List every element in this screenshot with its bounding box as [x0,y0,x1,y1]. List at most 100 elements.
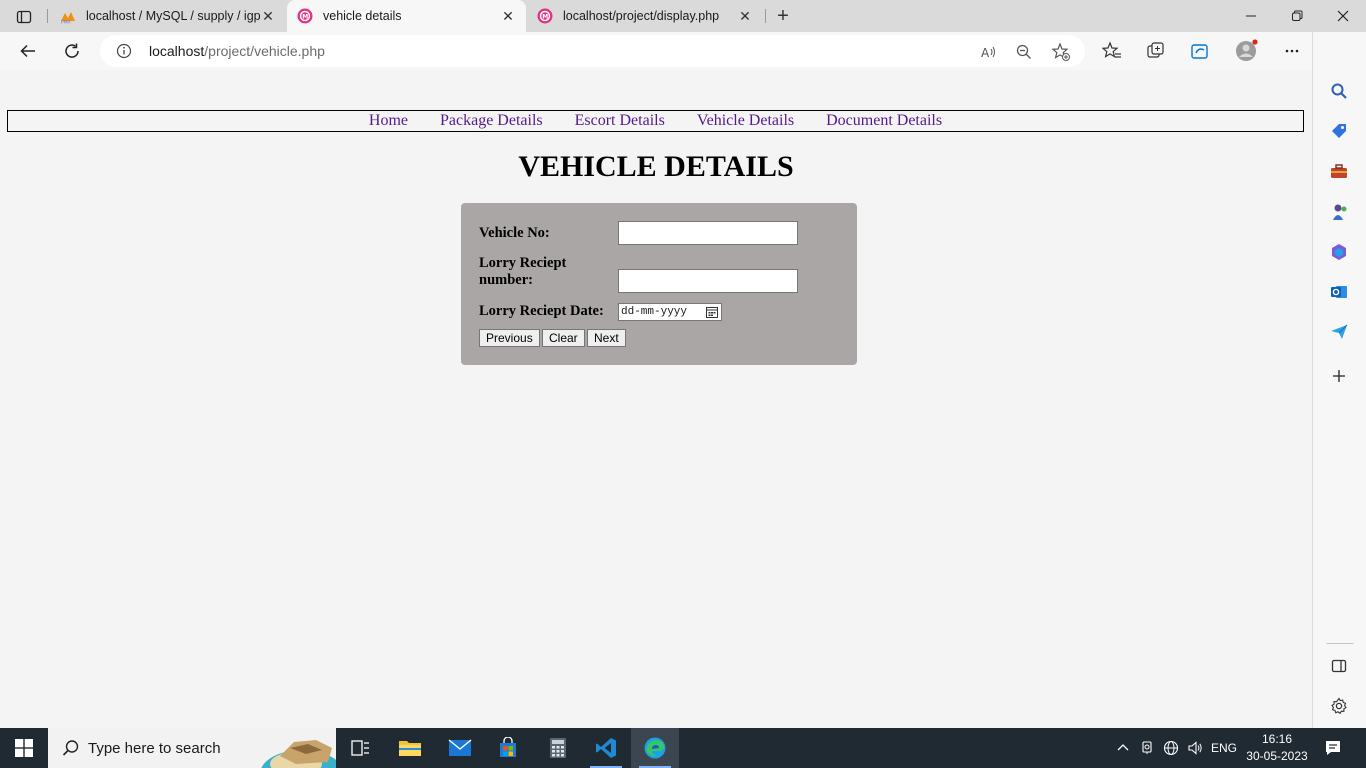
nav-link-vehicle-details[interactable]: Vehicle Details [697,111,794,130]
close-icon[interactable]: ✕ [500,8,516,24]
tab-title: localhost / MySQL / supply / igp [86,9,260,23]
volume-icon[interactable] [1184,728,1206,768]
vscode-icon [596,738,616,758]
lr-date-input[interactable]: dd-mm-yyyy [618,303,722,321]
tab-vehicle-details[interactable]: M vehicle details ✕ [287,0,526,32]
page-icon: M [297,8,313,24]
tab-title: vehicle details [323,9,402,23]
clock-time: 16:16 [1261,732,1293,746]
folder-icon [399,741,421,756]
tab-actions-button[interactable] [10,6,38,28]
web-page: Home Package Details Escort Details Vehicle… [0,70,1312,728]
nav-link-escort-details[interactable]: Escort Details [575,111,665,130]
url-host: localhost [149,43,205,59]
sidebar-separator [1326,643,1354,644]
toolbox-icon[interactable] [1328,160,1350,182]
drop-send-icon[interactable] [1328,321,1350,343]
windows-logo-icon [15,739,33,757]
clock-date: 30-05-2023 [1246,749,1308,763]
shopping-tag-icon[interactable] [1328,120,1350,142]
clear-button[interactable]: Clear [542,329,585,347]
outlook-icon[interactable] [1328,281,1350,303]
search-placeholder: Type here to search [88,740,221,757]
search-highlight-image [261,740,336,768]
search-icon[interactable] [1328,80,1350,102]
notifications-button[interactable] [1316,728,1350,768]
read-aloud-icon[interactable]: A [978,41,1000,63]
add-sidebar-app-icon[interactable] [1328,365,1350,387]
show-hidden-icons-button[interactable] [1112,728,1134,768]
mail-button[interactable] [436,728,484,768]
calculator-icon [550,738,566,758]
settings-menu-button[interactable] [1277,36,1307,66]
store-button[interactable] [484,728,532,768]
network-globe-icon[interactable] [1160,728,1182,768]
tab-separator [47,9,48,23]
back-button[interactable] [13,36,43,66]
more-icon [1285,49,1299,53]
edge-sidebar [1312,32,1366,728]
favorites-button[interactable] [1097,36,1127,66]
lr-date-label: Lorry Reciept Date: [479,303,604,319]
zoom-out-icon[interactable] [1013,41,1035,63]
file-explorer-button[interactable] [386,728,434,768]
new-tab-button[interactable]: + [771,5,795,27]
calendar-icon[interactable] [706,306,718,318]
browser-essentials-button[interactable] [1185,36,1215,66]
svg-text:A: A [981,46,990,60]
next-button[interactable]: Next [587,329,626,347]
vehicle-no-label: Vehicle No: [479,225,550,241]
add-favorite-icon[interactable] [1050,41,1072,63]
vscode-button[interactable] [582,728,630,768]
minimize-icon [1246,15,1256,17]
language-indicator[interactable]: ENG [1208,728,1240,768]
calculator-button[interactable] [534,728,582,768]
start-button[interactable] [0,728,48,768]
nav-link-home[interactable]: Home [369,111,408,130]
close-icon[interactable]: ✕ [737,8,753,24]
tab-actions-icon [16,10,32,24]
url-text: localhost/project/vehicle.php [149,43,325,59]
store-icon [500,737,516,757]
refresh-button[interactable] [57,36,87,66]
lr-number-input[interactable] [618,269,798,293]
tab-display[interactable]: M localhost/project/display.php ✕ [527,0,763,32]
sidebar-settings-icon[interactable] [1328,695,1350,717]
browser-essentials-icon [1191,44,1208,59]
games-icon[interactable] [1328,201,1350,223]
svg-text:PMA: PMA [61,20,72,25]
minimize-button[interactable] [1228,0,1274,32]
task-view-icon [351,740,369,756]
hide-sidebar-icon[interactable] [1328,655,1350,677]
close-window-button[interactable] [1320,0,1366,32]
url-path: /project/vehicle.php [204,43,325,59]
vehicle-form: Vehicle No: Lorry Reciept number: Lorry … [461,203,857,365]
previous-button[interactable]: Previous [479,329,540,347]
info-icon[interactable] [116,43,132,59]
collections-button[interactable] [1141,36,1171,66]
tab-phpmyadmin[interactable]: PMA localhost / MySQL / supply / igp ✕ [50,0,286,32]
address-bar[interactable]: localhost/project/vehicle.php A [100,35,1085,67]
nav-link-document-details[interactable]: Document Details [826,111,942,130]
nav-bar: Home Package Details Escort Details Vehicle… [7,110,1304,132]
edge-button[interactable] [631,728,679,768]
profile-button[interactable] [1231,36,1261,66]
close-icon[interactable]: ✕ [260,8,276,24]
nav-link-package-details[interactable]: Package Details [440,111,543,130]
clock[interactable]: 16:16 30-05-2023 [1244,731,1310,765]
search-icon [62,740,79,756]
tab-strip: PMA localhost / MySQL / supply / igp ✕ M… [0,0,1366,32]
vehicle-no-input[interactable] [618,221,798,245]
task-view-button[interactable] [336,728,384,768]
lr-number-label: Lorry Reciept number: [479,255,567,288]
microsoft-365-icon[interactable] [1328,241,1350,263]
refresh-icon [65,43,79,58]
tab-separator [765,9,766,23]
mail-icon [448,739,472,756]
notification-icon [1326,741,1340,755]
restore-button[interactable] [1274,0,1320,32]
back-arrow-icon [20,44,35,58]
taskbar-search-box[interactable]: Type here to search [48,728,336,768]
edge-icon [644,737,666,759]
meet-now-icon[interactable] [1137,728,1157,768]
